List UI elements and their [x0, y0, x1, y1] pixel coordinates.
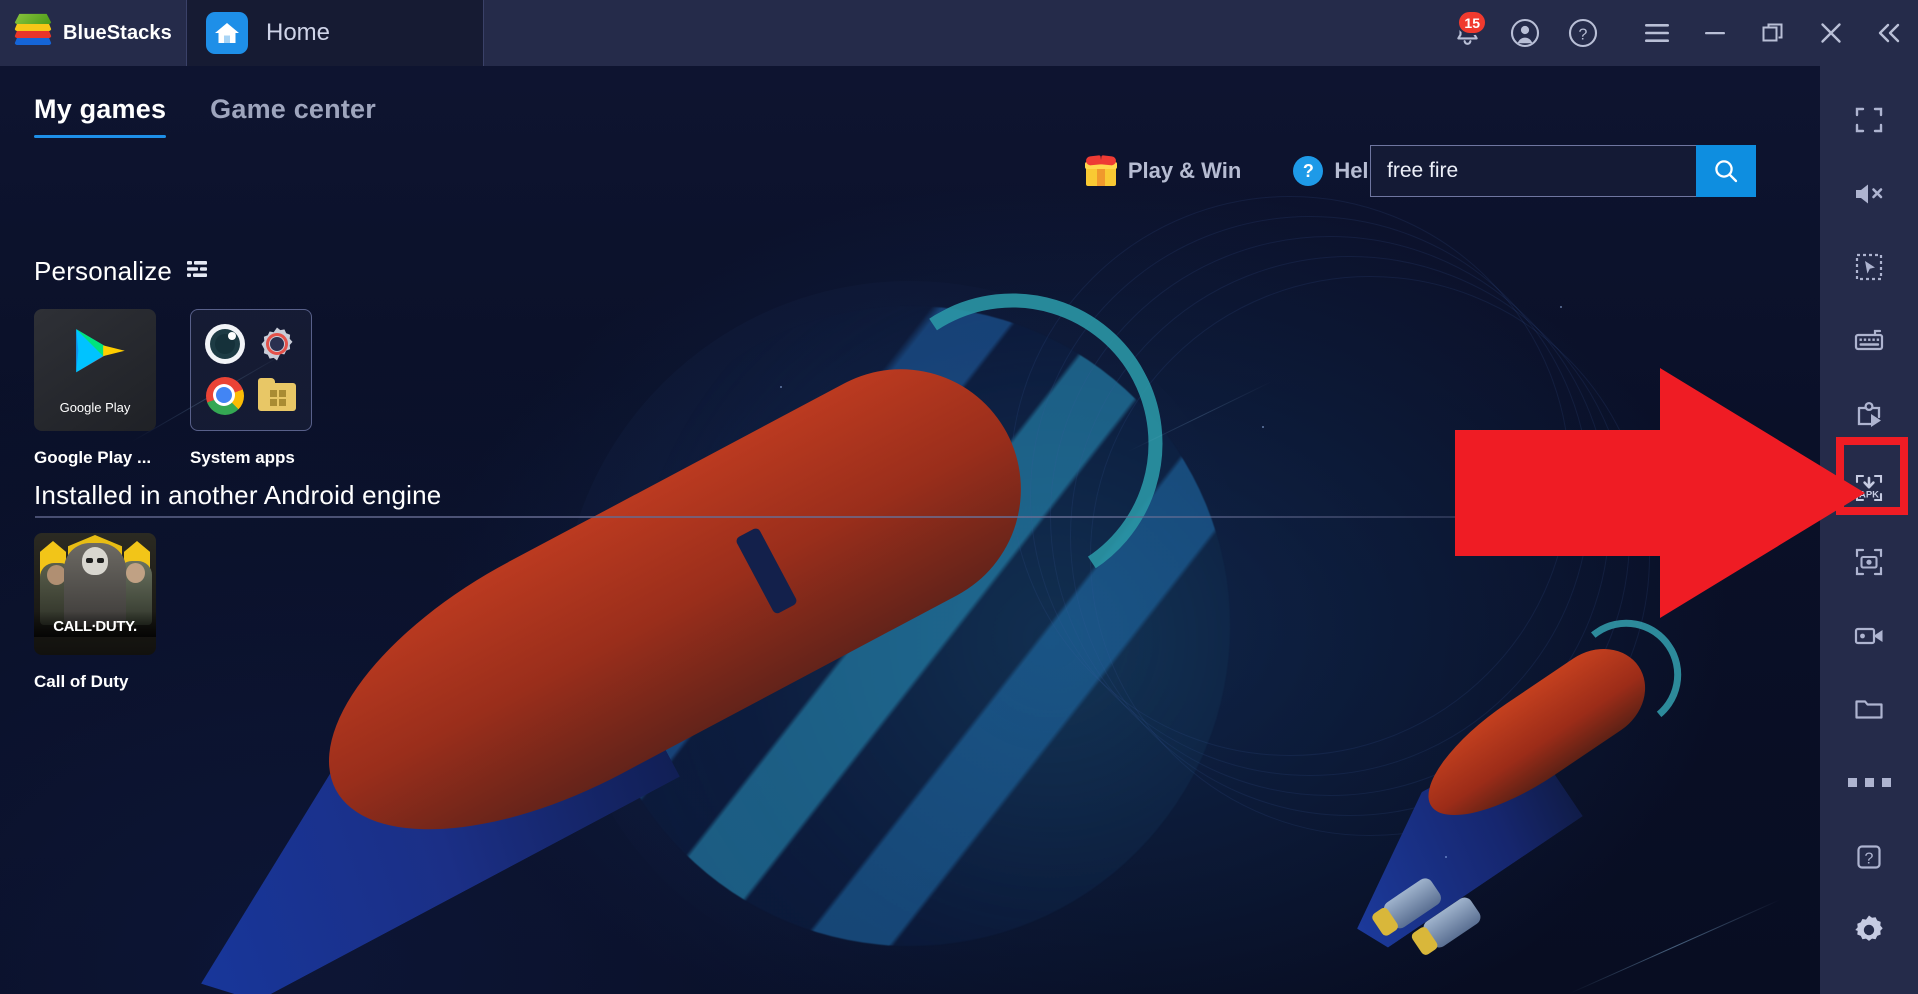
folder-icon	[1855, 700, 1883, 719]
svg-text:APK: APK	[1859, 490, 1879, 501]
bluestacks-logo-icon	[14, 13, 52, 50]
main-content: My games Game center Play & Win ? Help f…	[0, 66, 1820, 994]
sidebar-more-options-button[interactable]	[1833, 753, 1905, 813]
help-button[interactable]: ?	[1554, 0, 1612, 66]
tab-game-center-label: Game center	[210, 94, 376, 124]
sidebar-record-screen-button[interactable]	[1833, 606, 1905, 666]
tab-game-center[interactable]: Game center	[210, 94, 376, 138]
speaker-muted-icon	[1856, 184, 1883, 203]
system-apps-folder-icon	[190, 309, 312, 431]
camera-app-icon	[205, 324, 245, 364]
google-play-tile-label: Google Play	[59, 400, 131, 415]
sidebar-mute-button[interactable]	[1833, 164, 1905, 224]
magnifier-icon	[1715, 160, 1738, 183]
question-mark-circle-icon: ?	[1293, 156, 1324, 186]
title-bar: BlueStacks Home 15 ?	[0, 0, 1918, 66]
gear-icon	[1855, 915, 1883, 942]
brand-name: BlueStacks	[63, 21, 172, 44]
apk-install-icon: APK	[1855, 475, 1883, 502]
app-call-of-duty[interactable]: CALL∙DUTY. Call of Duty	[34, 533, 156, 692]
search-box[interactable]	[1370, 145, 1696, 197]
play-and-win-label: Play & Win	[1127, 158, 1242, 183]
app-label: Google Play ...	[34, 448, 152, 467]
brand: BlueStacks	[0, 13, 186, 50]
sidebar-game-controls-button[interactable]	[1833, 311, 1905, 371]
menu-button[interactable]	[1628, 0, 1686, 66]
content-header: My games Game center Play & Win ? Help f…	[0, 66, 1820, 197]
close-button[interactable]	[1802, 0, 1860, 66]
restore-button[interactable]	[1744, 0, 1802, 66]
video-camera-icon	[1854, 627, 1883, 644]
sidebar-cursor-select-button[interactable]	[1833, 237, 1905, 297]
streak	[1569, 899, 1781, 994]
gift-icon	[1084, 155, 1117, 186]
section-title-row: Installed in another Android engine	[34, 480, 441, 511]
marquee-cursor-icon	[1855, 254, 1883, 281]
section-title: Personalize	[34, 256, 173, 286]
sliders-icon[interactable]	[186, 259, 208, 284]
titlebar-buttons: 15 ?	[1438, 0, 1918, 66]
right-toolbar: APK ?	[1820, 66, 1918, 994]
play-and-win-button[interactable]: Play & Win	[1084, 155, 1242, 186]
call-of-duty-icon: CALL∙DUTY.	[34, 533, 156, 655]
minimize-button[interactable]	[1686, 0, 1744, 66]
notification-badge: 15	[1457, 10, 1487, 35]
tab-my-games[interactable]: My games	[34, 94, 167, 138]
sidebar-screenshot-button[interactable]	[1833, 532, 1905, 592]
help-link[interactable]: ? Help	[1293, 156, 1382, 186]
home-icon	[206, 12, 248, 54]
search-input[interactable]	[1387, 159, 1680, 183]
sidebar-install-apk-button[interactable]: APK	[1833, 458, 1905, 518]
sidebar-fullscreen-button[interactable]	[1833, 90, 1905, 150]
media-folder-app-icon	[257, 376, 297, 416]
search-button[interactable]	[1696, 145, 1756, 197]
tab-home[interactable]: Home	[186, 0, 484, 66]
main-tabs: My games Game center	[34, 94, 376, 138]
google-play-icon: Google Play	[34, 309, 156, 431]
app-label: System apps	[190, 448, 295, 467]
settings-app-icon	[257, 324, 297, 364]
personalize-app-grid: Google Play Google Play ... System apps	[34, 309, 312, 468]
notifications-button[interactable]: 15	[1438, 0, 1496, 66]
ellipsis-icon	[1847, 778, 1891, 788]
macro-play-icon	[1857, 401, 1881, 427]
camera-frame-icon	[1855, 548, 1883, 575]
app-google-play[interactable]: Google Play Google Play ...	[34, 309, 156, 468]
fullscreen-corners-icon	[1855, 107, 1883, 133]
sidebar-help-button[interactable]: ?	[1833, 827, 1905, 887]
sidebar-macro-recorder-button[interactable]	[1833, 385, 1905, 445]
section-other-engine: Installed in another Android engine CALL…	[34, 480, 441, 692]
collapse-sidebar-button[interactable]	[1860, 0, 1918, 66]
section-personalize: Personalize Google Play Google Play ... …	[34, 256, 312, 468]
cod-tile-label: CALL∙DUTY.	[53, 618, 137, 635]
account-button[interactable]	[1496, 0, 1554, 66]
svg-text:?: ?	[1865, 850, 1874, 867]
question-box-icon: ?	[1857, 844, 1881, 869]
search-bar	[1370, 145, 1756, 197]
section-title-row: Personalize	[34, 256, 312, 287]
sidebar-settings-button[interactable]	[1833, 900, 1905, 960]
tab-my-games-label: My games	[34, 94, 167, 124]
section-title: Installed in another Android engine	[34, 480, 442, 510]
keyboard-icon	[1854, 329, 1884, 350]
bluestacks-window: BlueStacks Home 15 ? My games Game cente…	[0, 0, 1918, 994]
chrome-app-icon	[205, 376, 245, 416]
tab-home-label: Home	[266, 19, 331, 46]
app-system-apps[interactable]: System apps	[190, 309, 312, 468]
sidebar-media-manager-button[interactable]	[1833, 679, 1905, 739]
svg-text:?: ?	[1579, 27, 1588, 44]
other-engine-app-grid: CALL∙DUTY. Call of Duty	[34, 533, 441, 692]
app-label: Call of Duty	[34, 672, 129, 691]
